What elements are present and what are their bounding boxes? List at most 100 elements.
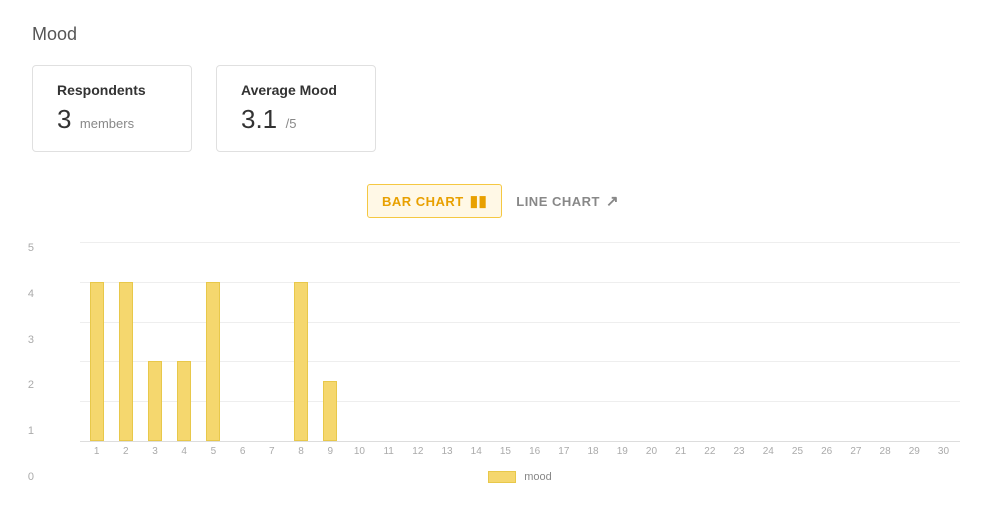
x-label: 19 xyxy=(608,446,637,457)
x-label: 25 xyxy=(783,446,812,457)
bar-slot xyxy=(812,242,841,441)
x-label: 22 xyxy=(695,446,724,457)
legend-color-box xyxy=(488,471,516,483)
line-chart-button[interactable]: LINE CHART ↗ xyxy=(502,184,633,218)
x-label: 23 xyxy=(724,446,753,457)
line-chart-icon: ↗ xyxy=(606,192,619,210)
x-label: 11 xyxy=(374,446,403,457)
bar-slot xyxy=(695,242,724,441)
y-label-2: 2 xyxy=(4,379,34,391)
bar-slot xyxy=(900,242,929,441)
bar-slot xyxy=(841,242,870,441)
respondents-card-value: 3 members xyxy=(57,104,167,135)
line-chart-label: LINE CHART xyxy=(516,194,600,209)
chart-toggle: BAR CHART ▮▮ LINE CHART ↗ xyxy=(32,184,968,218)
bar-slot xyxy=(754,242,783,441)
bar-slot xyxy=(637,242,666,441)
bar-slot xyxy=(286,242,315,441)
bar-slot xyxy=(432,242,461,441)
bar-slot xyxy=(929,242,958,441)
respondents-value: 3 xyxy=(57,104,71,134)
bar-slot xyxy=(520,242,549,441)
x-label: 29 xyxy=(900,446,929,457)
bar-slot xyxy=(870,242,899,441)
bar-slot xyxy=(316,242,345,441)
x-label: 9 xyxy=(316,446,345,457)
legend-label: mood xyxy=(524,471,552,483)
page-title: Mood xyxy=(32,24,968,45)
bar-slot xyxy=(140,242,169,441)
x-label: 18 xyxy=(578,446,607,457)
average-mood-value: 3.1 xyxy=(241,104,277,134)
y-label-3: 3 xyxy=(4,334,34,346)
y-labels: 5 4 3 2 1 0 xyxy=(4,242,34,483)
bar xyxy=(148,361,162,441)
chart-area: 5 4 3 2 1 0 1234567891011121314151617181… xyxy=(40,242,960,483)
bar xyxy=(206,282,220,441)
x-label: 21 xyxy=(666,446,695,457)
bar-slot xyxy=(111,242,140,441)
bar-chart-button[interactable]: BAR CHART ▮▮ xyxy=(367,184,502,218)
average-mood-card-value: 3.1 /5 xyxy=(241,104,351,135)
bar-slot xyxy=(257,242,286,441)
x-label: 7 xyxy=(257,446,286,457)
x-label: 20 xyxy=(637,446,666,457)
y-label-1: 1 xyxy=(4,425,34,437)
bar-slot xyxy=(724,242,753,441)
bar-slot xyxy=(228,242,257,441)
x-label: 10 xyxy=(345,446,374,457)
chart-inner xyxy=(80,242,960,442)
bar-slot xyxy=(345,242,374,441)
bar xyxy=(294,282,308,441)
bar xyxy=(177,361,191,441)
bar-slot xyxy=(462,242,491,441)
bar-slot xyxy=(199,242,228,441)
x-label: 3 xyxy=(140,446,169,457)
average-mood-sub: /5 xyxy=(286,116,297,131)
bar-slot xyxy=(170,242,199,441)
x-label: 2 xyxy=(111,446,140,457)
bar xyxy=(90,282,104,441)
bar xyxy=(323,381,337,441)
bar-slot xyxy=(491,242,520,441)
bars-container xyxy=(80,242,960,441)
x-label: 8 xyxy=(286,446,315,457)
respondents-card: Respondents 3 members xyxy=(32,65,192,152)
bar-slot xyxy=(666,242,695,441)
y-label-4: 4 xyxy=(4,288,34,300)
bar-chart-icon: ▮▮ xyxy=(470,192,488,210)
x-label: 12 xyxy=(403,446,432,457)
bar xyxy=(119,282,133,441)
bar-slot xyxy=(578,242,607,441)
bar-slot xyxy=(374,242,403,441)
x-label: 30 xyxy=(929,446,958,457)
bar-slot xyxy=(608,242,637,441)
x-label: 1 xyxy=(82,446,111,457)
x-label: 26 xyxy=(812,446,841,457)
x-label: 28 xyxy=(870,446,899,457)
bar-slot xyxy=(783,242,812,441)
x-label: 15 xyxy=(491,446,520,457)
respondents-sub: members xyxy=(80,116,134,131)
x-label: 5 xyxy=(199,446,228,457)
cards-row: Respondents 3 members Average Mood 3.1 /… xyxy=(32,65,968,152)
x-labels: 1234567891011121314151617181920212223242… xyxy=(80,442,960,457)
bar-slot xyxy=(403,242,432,441)
average-mood-card-title: Average Mood xyxy=(241,82,351,98)
average-mood-card: Average Mood 3.1 /5 xyxy=(216,65,376,152)
bar-chart-label: BAR CHART xyxy=(382,194,464,209)
x-label: 17 xyxy=(549,446,578,457)
x-label: 13 xyxy=(432,446,461,457)
x-label: 4 xyxy=(170,446,199,457)
y-label-0: 0 xyxy=(4,471,34,483)
respondents-card-title: Respondents xyxy=(57,82,167,98)
x-label: 16 xyxy=(520,446,549,457)
x-label: 24 xyxy=(754,446,783,457)
x-label: 14 xyxy=(462,446,491,457)
bar-slot xyxy=(549,242,578,441)
bar-slot xyxy=(82,242,111,441)
x-label: 27 xyxy=(841,446,870,457)
legend: mood xyxy=(80,471,960,483)
y-label-5: 5 xyxy=(4,242,34,254)
x-label: 6 xyxy=(228,446,257,457)
